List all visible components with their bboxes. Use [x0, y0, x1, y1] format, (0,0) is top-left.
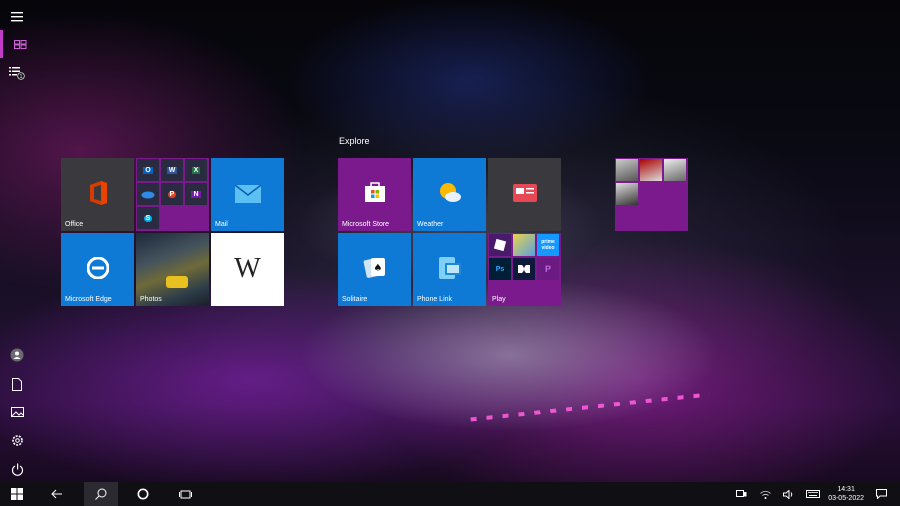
weather-icon	[440, 183, 461, 202]
news-icon	[513, 184, 537, 202]
skype-icon: S	[137, 207, 159, 229]
back-icon[interactable]	[40, 482, 74, 506]
prime-video-icon: prime video	[537, 234, 559, 256]
pictures-icon[interactable]	[0, 398, 34, 426]
tile-microsoft-store[interactable]: Microsoft Store	[338, 158, 411, 231]
asphalt-icon-4	[616, 183, 638, 205]
tile-label: Microsoft Store	[342, 221, 390, 228]
tile-photos[interactable]: Photos	[136, 233, 209, 306]
phone-link-icon	[439, 257, 461, 279]
tile-office-folder[interactable]: O W X P N S	[136, 158, 209, 231]
tile-news[interactable]	[488, 158, 561, 231]
settings-icon[interactable]	[0, 426, 34, 454]
word-icon: W	[161, 159, 183, 181]
wifi-icon[interactable]	[756, 482, 774, 506]
dolby-icon	[513, 258, 535, 280]
system-clock[interactable]: 14:31 03-05-2022	[828, 485, 864, 503]
tile-solitaire[interactable]: ♠ Solitaire	[338, 233, 411, 306]
asphalt-icon-2	[640, 159, 662, 181]
edge-icon	[87, 257, 109, 279]
cortana-icon[interactable]	[126, 482, 160, 506]
tile-wikipedia[interactable]: W	[211, 233, 284, 306]
user-icon[interactable]	[0, 341, 34, 369]
clock-time: 14:31	[837, 486, 855, 493]
solitaire-icon: ♠	[363, 258, 385, 278]
tile-microsoft-edge[interactable]: Microsoft Edge	[61, 233, 134, 306]
clock-date: 03-05-2022	[828, 495, 864, 502]
taskbar: 14:31 03-05-2022	[0, 482, 900, 506]
tile-games-folder[interactable]	[615, 158, 688, 231]
asphalt-icon-3	[664, 159, 686, 181]
search-icon[interactable]	[84, 482, 118, 506]
photoshop-express-icon: Ps	[489, 258, 511, 280]
all-tiles-icon[interactable]	[0, 30, 37, 58]
onenote-icon: N	[185, 183, 207, 205]
touch-keyboard-icon[interactable]	[803, 482, 823, 506]
photo-thumbnail	[166, 276, 188, 288]
hamburger-icon[interactable]	[0, 3, 34, 31]
asphalt-icon-1	[616, 159, 638, 181]
power-icon[interactable]	[0, 455, 34, 483]
tile-mail[interactable]: Mail	[211, 158, 284, 231]
start-sidebar: 1	[0, 0, 34, 482]
tile-label: Office	[65, 221, 84, 228]
tile-label: Microsoft Edge	[65, 296, 112, 303]
office-icon	[90, 181, 107, 205]
tile-play-folder[interactable]: prime video Ps P Play	[488, 233, 561, 306]
tile-weather[interactable]: Weather	[413, 158, 486, 231]
documents-icon[interactable]	[0, 370, 34, 398]
powerpoint-icon: P	[161, 183, 183, 205]
store-icon	[365, 182, 385, 202]
excel-icon: X	[185, 159, 207, 181]
group-title-explore[interactable]: Explore	[339, 136, 370, 146]
action-center-icon[interactable]	[872, 482, 890, 506]
tile-label: Solitaire	[342, 296, 368, 303]
outlook-icon: O	[137, 159, 159, 181]
svg-text:♠: ♠	[374, 263, 383, 274]
tile-office[interactable]: Office	[61, 158, 134, 231]
wikipedia-icon: W	[234, 253, 261, 284]
tile-phone-link[interactable]: Phone Link	[413, 233, 486, 306]
tablet-mode-icon[interactable]	[732, 482, 750, 506]
apps-badge: 1	[20, 74, 23, 80]
windows-start-icon[interactable]	[0, 482, 34, 506]
tile-label: Photos	[140, 296, 162, 303]
tile-label: Phone Link	[417, 296, 453, 303]
roblox-icon	[489, 234, 511, 256]
onedrive-icon	[137, 183, 159, 205]
mail-icon	[235, 185, 261, 203]
task-view-icon[interactable]	[168, 482, 202, 506]
tile-label: Mail	[215, 221, 228, 228]
picsart-icon: P	[537, 258, 559, 280]
tile-label: Play	[492, 296, 506, 303]
volume-icon[interactable]	[779, 482, 797, 506]
game-icon	[513, 234, 535, 256]
tile-label: Weather	[417, 221, 444, 228]
all-apps-icon[interactable]: 1	[0, 59, 34, 87]
